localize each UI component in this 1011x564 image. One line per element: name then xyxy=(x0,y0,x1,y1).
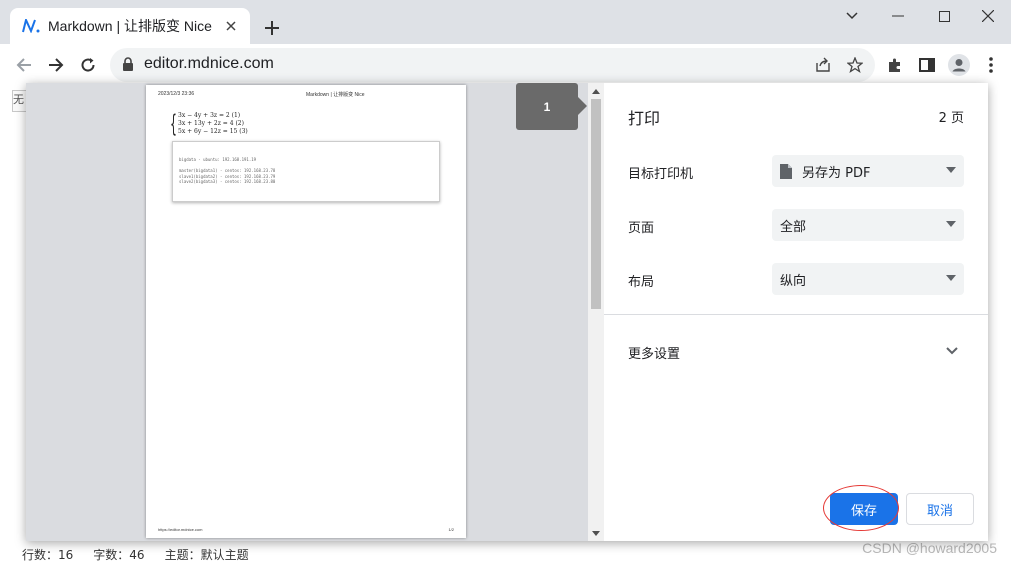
cancel-button[interactable]: 取消 xyxy=(906,493,974,525)
preview-page: 2023/12/3 23:36 Markdown | 让排版变 Nice { 3… xyxy=(146,85,466,538)
lock-icon[interactable] xyxy=(122,57,134,76)
preview-footer-url: https://editor.mdnice.com xyxy=(158,527,203,532)
minimize-icon[interactable] xyxy=(875,0,921,32)
side-panel-icon[interactable] xyxy=(914,52,940,78)
preview-code-block: bigdata - ubuntu: 192.168.191.19 master(… xyxy=(172,141,440,202)
page-badge-pointer xyxy=(578,97,587,115)
mdnice-favicon-icon xyxy=(22,18,40,34)
editor-status-bar: 行数：16 字数：46 主题：默认主题 xyxy=(22,546,249,563)
tab-strip: Markdown | 让排版变 Nice xyxy=(0,0,1011,44)
math-line: 3x + 13y + 2z = 4 (2) xyxy=(178,120,244,127)
tab-markdown[interactable]: Markdown | 让排版变 Nice xyxy=(10,8,250,44)
extensions-puzzle-icon[interactable] xyxy=(882,52,908,78)
print-settings-panel: 打印 2 页 目标打印机 另存为 PDF 页面 全部 布局 纵向 更多设置 保存… xyxy=(604,83,988,541)
print-dialog: 2023/12/3 23:36 Markdown | 让排版变 Nice { 3… xyxy=(26,83,988,541)
preview-footer-page: 1/2 xyxy=(448,527,454,532)
profile-avatar-icon[interactable] xyxy=(946,52,972,78)
layout-label: 布局 xyxy=(628,275,655,290)
bookmark-star-icon[interactable] xyxy=(845,55,865,75)
layout-value: 纵向 xyxy=(780,273,807,289)
annotation-circle xyxy=(823,485,899,531)
destination-value: 另存为 PDF xyxy=(802,165,871,181)
forward-icon[interactable] xyxy=(43,52,69,78)
math-line: 3x − 4y + 3z = 2 (1) xyxy=(178,112,241,119)
back-icon[interactable] xyxy=(11,52,37,78)
dropdown-arrow-icon xyxy=(946,275,956,281)
scroll-down-arrow-icon[interactable] xyxy=(592,529,600,537)
pages-label: 页面 xyxy=(628,221,655,236)
browser-menu-icon[interactable] xyxy=(978,52,1004,78)
preview-header-title: Markdown | 让排版变 Nice xyxy=(306,92,365,98)
new-tab-icon[interactable] xyxy=(260,16,284,40)
close-tab-icon[interactable] xyxy=(222,17,240,35)
preview-scrollbar[interactable] xyxy=(588,83,604,541)
maximize-icon[interactable] xyxy=(921,0,967,32)
reload-icon[interactable] xyxy=(75,52,101,78)
preview-math-block: 3x − 4y + 3z = 2 (1) 3x + 13y + 2z = 4 (… xyxy=(172,112,248,136)
chevron-down-icon[interactable] xyxy=(944,343,960,359)
print-title: 打印 xyxy=(628,109,661,128)
pages-select[interactable]: 全部 xyxy=(772,209,964,241)
page-number-badge: 1 xyxy=(516,83,578,130)
tab-title: Markdown | 让排版变 Nice xyxy=(48,18,212,34)
scrollbar-thumb[interactable] xyxy=(591,99,601,309)
csdn-watermark: CSDN @howard2005 xyxy=(862,540,997,556)
preview-header-date: 2023/12/3 23:36 xyxy=(158,91,195,97)
math-line: 5x + 6y − 12z = 15 (3) xyxy=(178,128,248,135)
destination-select[interactable]: 另存为 PDF xyxy=(772,155,964,187)
status-theme: 主题：默认主题 xyxy=(164,548,249,562)
dropdown-arrow-icon xyxy=(946,221,956,227)
tab-search-chevron-icon[interactable] xyxy=(829,0,875,32)
settings-divider xyxy=(604,314,988,315)
address-bar[interactable]: editor.mdnice.com xyxy=(110,48,875,82)
layout-select[interactable]: 纵向 xyxy=(772,263,964,295)
share-icon[interactable] xyxy=(813,55,833,75)
url-text[interactable]: editor.mdnice.com xyxy=(144,55,274,73)
code-line: slave2(bigdata3) - centos: 192.168.23.80 xyxy=(179,179,276,184)
sheet-count: 2 页 xyxy=(938,111,964,126)
pdf-file-icon xyxy=(780,163,792,179)
pages-value: 全部 xyxy=(780,219,807,235)
close-window-icon[interactable] xyxy=(965,0,1011,32)
status-line-count: 行数：16 xyxy=(22,548,74,562)
more-settings-toggle[interactable]: 更多设置 xyxy=(628,343,680,362)
dropdown-arrow-icon xyxy=(946,167,956,173)
destination-label: 目标打印机 xyxy=(628,167,694,182)
print-preview-area[interactable]: 2023/12/3 23:36 Markdown | 让排版变 Nice { 3… xyxy=(26,83,604,541)
scroll-up-arrow-icon[interactable] xyxy=(592,87,600,95)
status-word-count: 字数：46 xyxy=(93,548,145,562)
